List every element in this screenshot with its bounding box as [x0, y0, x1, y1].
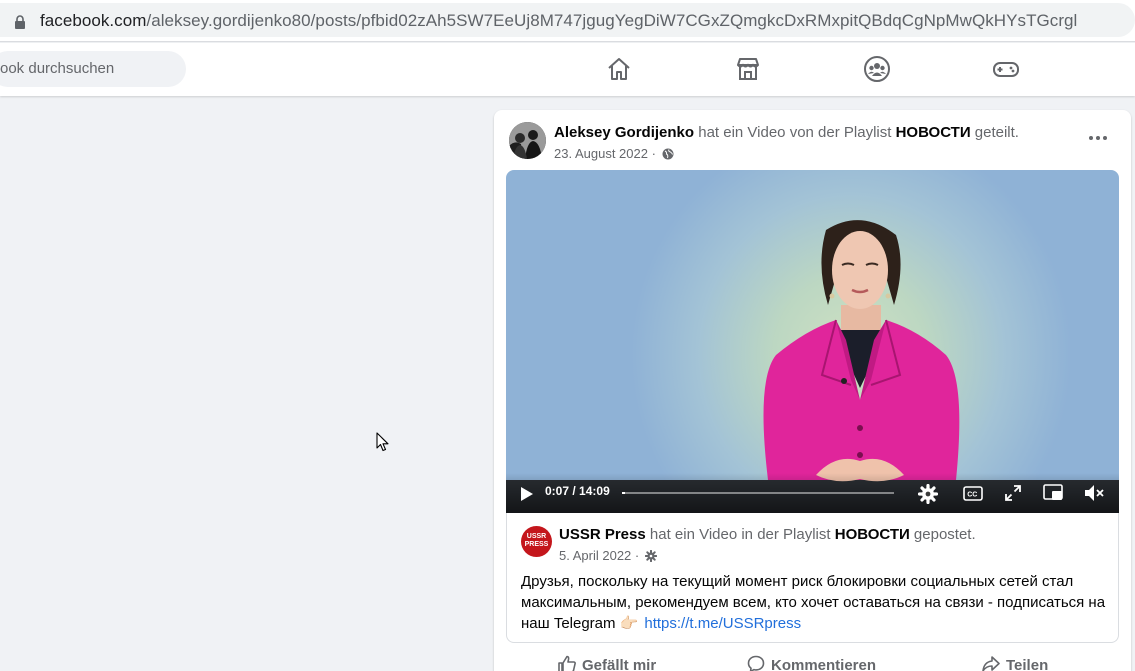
shared-date-row: 5. April 2022 · — [559, 548, 657, 563]
post-card: Aleksey Gordijenko hat ein Video von der… — [494, 110, 1131, 671]
video-frame — [506, 220, 1119, 513]
time-total: 14:09 — [579, 484, 610, 498]
url-text[interactable]: facebook.com/aleksey.gordijenko80/posts/… — [40, 11, 1077, 31]
captions-icon[interactable]: CC — [963, 486, 983, 501]
gear-icon — [644, 550, 657, 562]
url-path: /aleksey.gordijenko80/posts/pfbid02zAh5S… — [146, 11, 1078, 30]
share-label: Teilen — [1006, 657, 1049, 671]
home-icon[interactable] — [605, 55, 633, 83]
time-current: 0:07 — [545, 484, 570, 498]
like-label: Gefällt mir — [582, 657, 657, 671]
video-progress-fill — [622, 492, 625, 494]
author-name[interactable]: Aleksey Gordijenko — [554, 124, 694, 141]
pip-icon[interactable] — [1043, 484, 1063, 502]
video-player[interactable]: 0:07 / 14:09 CC — [506, 170, 1119, 513]
author-avatar[interactable] — [509, 122, 546, 159]
shared-date[interactable]: 5. April 2022 · — [559, 548, 643, 563]
url-host: facebook.com — [40, 11, 147, 30]
time-separator: / — [569, 484, 580, 498]
browser-address-bar: facebook.com/aleksey.gordijenko80/posts/… — [0, 0, 1135, 42]
playlist-name[interactable]: НОВОСТИ — [896, 124, 971, 141]
shared-action-text-2: gepostet. — [909, 526, 976, 543]
comment-icon — [747, 655, 765, 671]
video-progress-bar[interactable] — [622, 492, 894, 494]
facebook-top-nav — [0, 43, 1135, 96]
search-box[interactable] — [0, 51, 186, 87]
comment-button[interactable]: Kommentieren — [747, 655, 876, 671]
avatar-logo-text: USSR PRESS — [524, 533, 549, 548]
mute-icon[interactable] — [1084, 484, 1104, 502]
post-action-text-1: hat ein Video von der Playlist — [694, 124, 896, 141]
shared-page-name[interactable]: USSR Press — [559, 526, 646, 543]
search-input[interactable] — [0, 60, 180, 77]
play-icon[interactable] — [520, 486, 534, 502]
lock-icon[interactable] — [14, 15, 26, 29]
globe-icon — [662, 148, 674, 160]
settings-icon[interactable] — [918, 484, 938, 504]
comment-label: Kommentieren — [771, 657, 877, 671]
video-timecode: 0:07 / 14:09 — [545, 484, 610, 498]
svg-text:CC: CC — [967, 492, 977, 499]
like-button[interactable]: Gefällt mir — [558, 655, 656, 671]
ussr-press-avatar[interactable]: USSR PRESS — [521, 526, 552, 557]
groups-icon[interactable] — [863, 55, 891, 83]
shared-post: USSR PRESS USSR Press hat ein Video in d… — [506, 513, 1119, 643]
fullscreen-icon[interactable] — [1005, 485, 1021, 501]
shared-post-text: Друзья, поскольку на текущий момент риск… — [521, 571, 1106, 634]
post-date[interactable]: 23. August 2022 · — [554, 146, 660, 161]
shared-action-text-1: hat ein Video in der Playlist — [645, 526, 835, 543]
like-icon — [558, 655, 576, 671]
gaming-icon[interactable] — [992, 55, 1020, 83]
share-button[interactable]: Teilen — [982, 655, 1048, 671]
shared-header: USSR Press hat ein Video in der Playlist… — [559, 526, 976, 543]
shared-text-body: Друзья, поскольку на текущий момент риск… — [521, 573, 1106, 632]
post-action-text-2: geteilt. — [970, 124, 1019, 141]
more-icon[interactable] — [1084, 128, 1112, 148]
telegram-link[interactable]: https://t.me/USSRpress — [644, 615, 801, 632]
url-field[interactable]: facebook.com/aleksey.gordijenko80/posts/… — [0, 3, 1135, 37]
mouse-cursor-icon — [376, 432, 389, 452]
shared-playlist-name[interactable]: НОВОСТИ — [835, 526, 910, 543]
post-header: Aleksey Gordijenko hat ein Video von der… — [554, 124, 1019, 141]
post-date-row: 23. August 2022 · — [554, 146, 674, 161]
marketplace-icon[interactable] — [734, 55, 762, 83]
share-icon — [982, 656, 1000, 671]
